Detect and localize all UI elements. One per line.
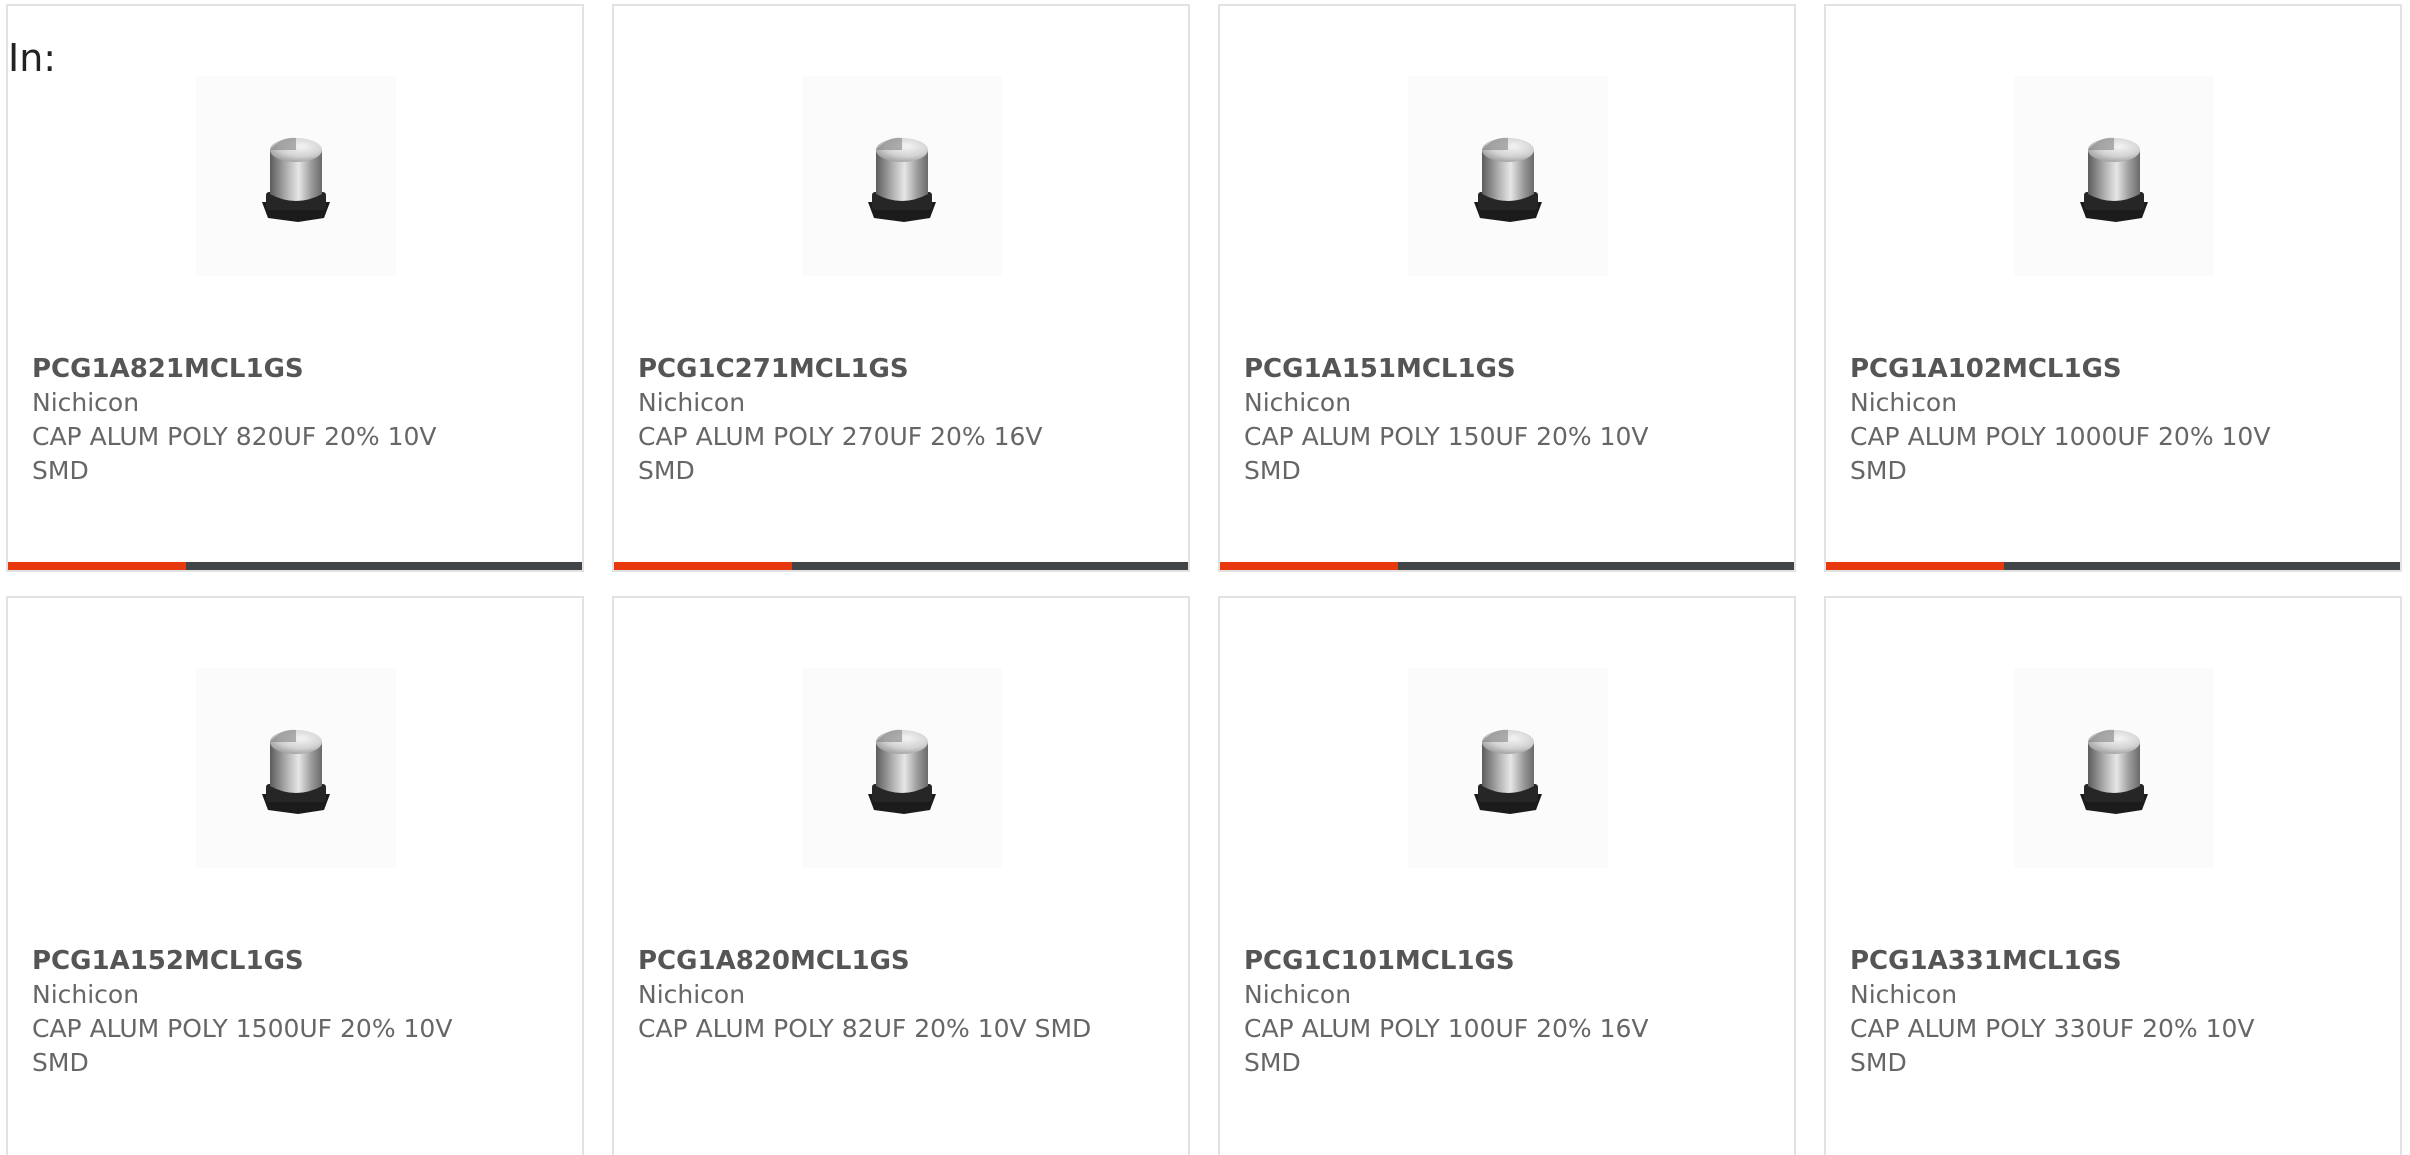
part-number[interactable]: PCG1A151MCL1GS — [1244, 352, 1704, 386]
description: CAP ALUM POLY 270UF 20% 16V SMD — [638, 422, 1043, 485]
manufacturer: Nichicon — [638, 388, 746, 417]
part-number[interactable]: PCG1A820MCL1GS — [638, 944, 1098, 978]
product-info: PCG1A820MCL1GS Nichicon CAP ALUM POLY 82… — [638, 944, 1098, 1046]
progress-bar-fill — [8, 562, 186, 570]
product-grid: PCG1A821MCL1GS Nichicon CAP ALUM POLY 82… — [0, 0, 2410, 1155]
part-number[interactable]: PCG1A331MCL1GS — [1850, 944, 2310, 978]
capacitor-icon[interactable] — [2014, 76, 2214, 276]
progress-bar — [1826, 562, 2400, 570]
description: CAP ALUM POLY 100UF 20% 16V SMD — [1244, 1014, 1649, 1077]
product-card[interactable]: PCG1A152MCL1GS Nichicon CAP ALUM POLY 15… — [6, 596, 584, 1155]
manufacturer: Nichicon — [1244, 980, 1352, 1009]
description: CAP ALUM POLY 1500UF 20% 10V SMD — [32, 1014, 453, 1077]
progress-bar — [614, 562, 1188, 570]
description: CAP ALUM POLY 1000UF 20% 10V SMD — [1850, 422, 2271, 485]
product-info: PCG1A331MCL1GS Nichicon CAP ALUM POLY 33… — [1850, 944, 2310, 1080]
progress-bar — [8, 562, 582, 570]
capacitor-icon[interactable] — [196, 76, 396, 276]
part-number[interactable]: PCG1C101MCL1GS — [1244, 944, 1704, 978]
part-number[interactable]: PCG1A102MCL1GS — [1850, 352, 2310, 386]
product-card[interactable]: PCG1A151MCL1GS Nichicon CAP ALUM POLY 15… — [1218, 4, 1796, 572]
product-info: PCG1A821MCL1GS Nichicon CAP ALUM POLY 82… — [32, 352, 492, 488]
product-card[interactable]: PCG1A820MCL1GS Nichicon CAP ALUM POLY 82… — [612, 596, 1190, 1155]
capacitor-icon[interactable] — [1408, 76, 1608, 276]
in-label: In: — [8, 36, 57, 80]
product-card[interactable]: PCG1A102MCL1GS Nichicon CAP ALUM POLY 10… — [1824, 4, 2402, 572]
product-card[interactable]: PCG1C101MCL1GS Nichicon CAP ALUM POLY 10… — [1218, 596, 1796, 1155]
product-info: PCG1C271MCL1GS Nichicon CAP ALUM POLY 27… — [638, 352, 1098, 488]
description: CAP ALUM POLY 820UF 20% 10V SMD — [32, 422, 437, 485]
product-grid-page: In: PCG1A821MCL1GS Nichicon CAP ALUM POL… — [0, 0, 2410, 1155]
progress-bar-fill — [1220, 562, 1398, 570]
manufacturer: Nichicon — [1244, 388, 1352, 417]
part-number[interactable]: PCG1A152MCL1GS — [32, 944, 492, 978]
product-card[interactable]: PCG1A331MCL1GS Nichicon CAP ALUM POLY 33… — [1824, 596, 2402, 1155]
product-card[interactable]: PCG1A821MCL1GS Nichicon CAP ALUM POLY 82… — [6, 4, 584, 572]
progress-bar-fill — [1826, 562, 2004, 570]
description: CAP ALUM POLY 150UF 20% 10V SMD — [1244, 422, 1649, 485]
capacitor-icon[interactable] — [196, 668, 396, 868]
description: CAP ALUM POLY 330UF 20% 10V SMD — [1850, 1014, 2255, 1077]
product-info: PCG1A102MCL1GS Nichicon CAP ALUM POLY 10… — [1850, 352, 2310, 488]
product-info: PCG1A151MCL1GS Nichicon CAP ALUM POLY 15… — [1244, 352, 1704, 488]
manufacturer: Nichicon — [1850, 980, 1958, 1009]
part-number[interactable]: PCG1C271MCL1GS — [638, 352, 1098, 386]
capacitor-icon[interactable] — [2014, 668, 2214, 868]
progress-bar — [1220, 562, 1794, 570]
manufacturer: Nichicon — [32, 980, 140, 1009]
progress-bar-fill — [614, 562, 792, 570]
manufacturer: Nichicon — [1850, 388, 1958, 417]
product-info: PCG1A152MCL1GS Nichicon CAP ALUM POLY 15… — [32, 944, 492, 1080]
capacitor-icon[interactable] — [802, 668, 1002, 868]
product-info: PCG1C101MCL1GS Nichicon CAP ALUM POLY 10… — [1244, 944, 1704, 1080]
description: CAP ALUM POLY 82UF 20% 10V SMD — [638, 1014, 1092, 1043]
part-number[interactable]: PCG1A821MCL1GS — [32, 352, 492, 386]
capacitor-icon[interactable] — [802, 76, 1002, 276]
manufacturer: Nichicon — [32, 388, 140, 417]
capacitor-icon[interactable] — [1408, 668, 1608, 868]
manufacturer: Nichicon — [638, 980, 746, 1009]
product-card[interactable]: PCG1C271MCL1GS Nichicon CAP ALUM POLY 27… — [612, 4, 1190, 572]
